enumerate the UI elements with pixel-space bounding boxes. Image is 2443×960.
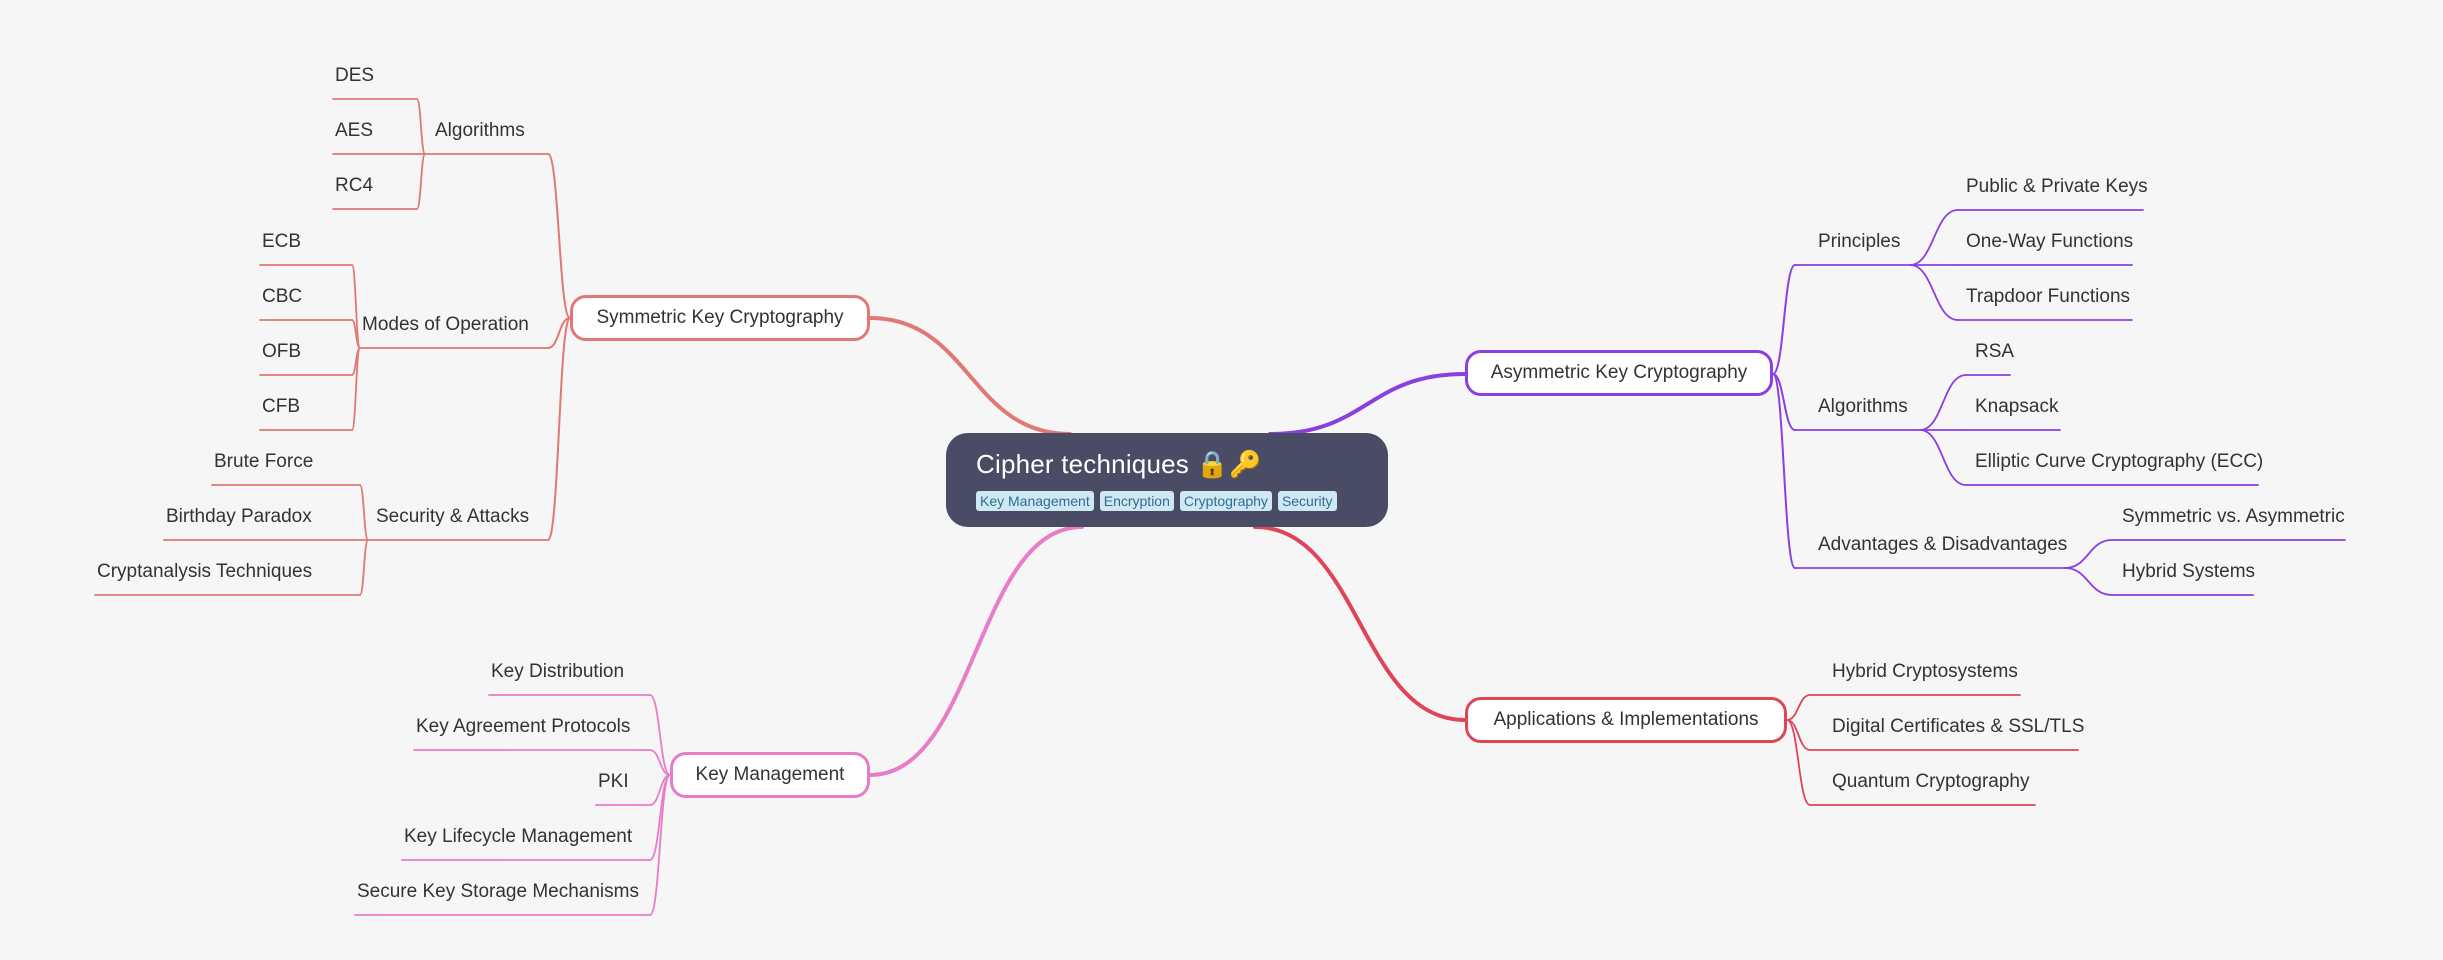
applications-item-digital-certificates[interactable]: Digital Certificates & SSL/TLS — [1832, 716, 2084, 738]
symmetric-item-aes[interactable]: AES — [335, 120, 373, 142]
keymgmt-item-key-agreement[interactable]: Key Agreement Protocols — [416, 716, 630, 738]
symmetric-group-security[interactable]: Security & Attacks — [376, 506, 529, 528]
asymmetric-item-symmetric-vs-asymmetric[interactable]: Symmetric vs. Asymmetric — [2122, 506, 2345, 528]
symmetric-item-rc4[interactable]: RC4 — [335, 175, 373, 197]
branch-applications[interactable]: Applications & Implementations — [1465, 697, 1787, 743]
symmetric-item-cryptanalysis[interactable]: Cryptanalysis Techniques — [97, 561, 312, 583]
symmetric-item-ofb[interactable]: OFB — [262, 341, 301, 363]
symmetric-item-ecb[interactable]: ECB — [262, 231, 301, 253]
symmetric-group-algorithms[interactable]: Algorithms — [435, 120, 525, 142]
connector-symmetric-item-0-0 — [416, 98, 426, 155]
connector-symmetric-item-2-2 — [359, 539, 369, 596]
connector-symmetric-item-0-2 — [416, 153, 426, 210]
connector-root-keymgmt — [868, 525, 1084, 777]
asymmetric-item-knapsack[interactable]: Knapsack — [1975, 396, 2058, 418]
asymmetric-item-trapdoor-functions[interactable]: Trapdoor Functions — [1966, 286, 2130, 308]
asymmetric-item-rsa[interactable]: RSA — [1975, 341, 2014, 363]
keymgmt-item-key-distribution[interactable]: Key Distribution — [491, 661, 624, 683]
root-title-text: Cipher techniques — [976, 449, 1189, 479]
connector-asymmetric-group-0 — [1772, 264, 1796, 375]
branch-key-management[interactable]: Key Management — [670, 752, 870, 798]
connector-asymmetric-item-2-1 — [2064, 567, 2113, 596]
connector-asymmetric-item-0-2 — [1909, 264, 1959, 321]
asymmetric-item-ecc[interactable]: Elliptic Curve Cryptography (ECC) — [1975, 451, 2263, 473]
connector-asymmetric-item-2-0 — [2064, 539, 2113, 569]
symmetric-item-cbc[interactable]: CBC — [262, 286, 302, 308]
applications-item-hybrid-cryptosystems[interactable]: Hybrid Cryptosystems — [1832, 661, 2018, 683]
symmetric-item-des[interactable]: DES — [335, 65, 374, 87]
applications-item-quantum-cryptography[interactable]: Quantum Cryptography — [1832, 771, 2030, 793]
connector-symmetric-group-2 — [547, 317, 571, 541]
connector-keymgmt-item-4 — [649, 774, 671, 916]
branch-asymmetric[interactable]: Asymmetric Key Cryptography — [1465, 350, 1773, 396]
tag-cryptography[interactable]: Cryptography — [1179, 491, 1272, 511]
connector-applications-item-0 — [1786, 694, 1811, 721]
tag-security[interactable]: Security — [1277, 491, 1337, 511]
root-tags: Key Management Encryption Cryptography S… — [976, 491, 1358, 511]
symmetric-item-birthday-paradox[interactable]: Birthday Paradox — [166, 506, 312, 528]
tag-key-management[interactable]: Key Management — [976, 491, 1094, 511]
keymgmt-item-key-lifecycle[interactable]: Key Lifecycle Management — [404, 826, 632, 848]
asymmetric-group-advantages[interactable]: Advantages & Disadvantages — [1818, 534, 2067, 556]
keymgmt-item-pki[interactable]: PKI — [598, 771, 629, 793]
asymmetric-item-one-way-functions[interactable]: One-Way Functions — [1966, 231, 2133, 253]
root-node[interactable]: Cipher techniques 🔒🔑 Key Management Encr… — [946, 433, 1388, 527]
lock-key-emoji: 🔒🔑 — [1196, 449, 1262, 479]
symmetric-item-cfb[interactable]: CFB — [262, 396, 300, 418]
tag-encryption[interactable]: Encryption — [1099, 491, 1174, 511]
branch-symmetric[interactable]: Symmetric Key Cryptography — [570, 295, 870, 341]
connector-asymmetric-item-1-2 — [1919, 429, 1967, 486]
connector-symmetric-group-0 — [547, 153, 571, 319]
symmetric-item-brute-force[interactable]: Brute Force — [214, 451, 313, 473]
asymmetric-item-public-private-keys[interactable]: Public & Private Keys — [1966, 176, 2148, 198]
symmetric-group-modes[interactable]: Modes of Operation — [362, 314, 529, 336]
connector-symmetric-item-2-0 — [359, 484, 369, 541]
root-title: Cipher techniques 🔒🔑 — [976, 445, 1358, 483]
connector-root-symmetric — [868, 316, 1072, 436]
connector-asymmetric-item-1-0 — [1919, 374, 1967, 431]
asymmetric-item-hybrid-systems[interactable]: Hybrid Systems — [2122, 561, 2255, 583]
connector-root-applications — [1253, 525, 1467, 722]
keymgmt-item-secure-storage[interactable]: Secure Key Storage Mechanisms — [357, 881, 639, 903]
asymmetric-group-algorithms[interactable]: Algorithms — [1818, 396, 1908, 418]
asymmetric-group-principles[interactable]: Principles — [1818, 231, 1900, 253]
connector-root-asymmetric — [1268, 372, 1467, 436]
connector-asymmetric-item-0-0 — [1909, 209, 1959, 266]
